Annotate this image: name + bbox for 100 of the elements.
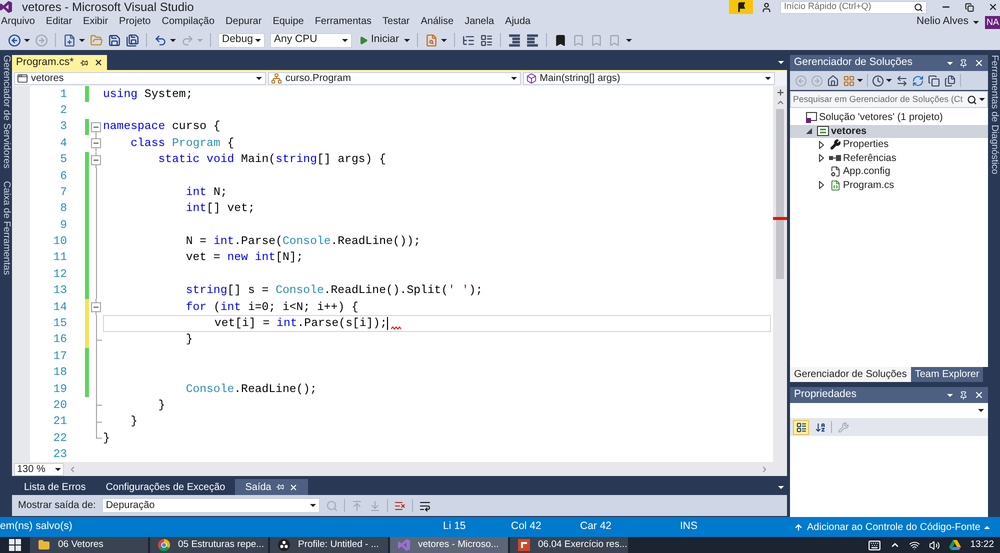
- search-icon[interactable]: [914, 2, 923, 12]
- output-tab[interactable]: Configurações de Exceção: [96, 479, 236, 495]
- taskbar-button[interactable]: vetores - Microso...: [390, 537, 508, 553]
- tree-item[interactable]: Properties: [843, 137, 889, 152]
- tree-item[interactable]: Referências: [843, 150, 896, 166]
- triangle-logo-icon[interactable]: [949, 540, 962, 550]
- menu-item[interactable]: Testar: [382, 15, 410, 29]
- save-icon[interactable]: [108, 34, 121, 46]
- panel-tab[interactable]: Gerenciador de Soluções: [790, 367, 911, 382]
- window-logo-icon[interactable]: [9, 539, 21, 551]
- output-source-select[interactable]: Depuração: [102, 498, 320, 513]
- word-wrap-icon[interactable]: [418, 500, 431, 512]
- caret-icon[interactable]: [764, 77, 771, 80]
- caret-icon[interactable]: [510, 77, 517, 80]
- panel-tab[interactable]: Team Explorer: [910, 367, 984, 382]
- caret-icon[interactable]: [24, 38, 30, 42]
- caret-icon[interactable]: [79, 38, 85, 42]
- overflow-caret-icon[interactable]: [626, 38, 632, 42]
- list-icon[interactable]: [480, 34, 494, 46]
- close-icon[interactable]: [988, 2, 998, 12]
- caret-icon[interactable]: [404, 38, 410, 42]
- source-control-button[interactable]: Adicionar ao Controle do Código-Fonte: [794, 520, 990, 534]
- flag-icon[interactable]: [729, 0, 753, 14]
- collapse-box-icon[interactable]: [91, 299, 101, 316]
- text-lines-icon[interactable]: [508, 34, 522, 46]
- configuration-select[interactable]: Debug: [218, 32, 265, 48]
- caret-icon[interactable]: [778, 61, 784, 64]
- pin-icon[interactable]: [959, 390, 968, 400]
- menu-item[interactable]: Equipe: [272, 15, 304, 29]
- caret-icon[interactable]: [947, 394, 953, 396]
- close-icon[interactable]: [289, 482, 298, 492]
- side-tab[interactable]: Caixa de Ferramentas: [0, 180, 12, 275]
- scroll-up-icon[interactable]: [776, 98, 784, 107]
- output-tab[interactable]: Saída: [235, 479, 308, 495]
- navigation-select[interactable]: curso.Program: [268, 72, 521, 85]
- menu-item[interactable]: Ajuda: [505, 15, 531, 29]
- refresh-icon[interactable]: [912, 74, 924, 86]
- caret-icon[interactable]: [973, 20, 980, 24]
- caret-icon[interactable]: [342, 38, 348, 42]
- bookmark-icon[interactable]: [554, 34, 568, 46]
- navigation-select[interactable]: Main(string[] args): [522, 72, 775, 85]
- menu-item[interactable]: Depurar: [226, 15, 262, 29]
- start-button[interactable]: Iniciar: [357, 32, 402, 48]
- collapse-box-icon[interactable]: [91, 135, 101, 152]
- caret-icon[interactable]: [978, 409, 984, 412]
- stacked-pages-icon[interactable]: [928, 74, 940, 86]
- caret-icon[interactable]: [256, 77, 262, 80]
- network-icon[interactable]: [909, 540, 920, 550]
- collapsed-arrow-icon[interactable]: [818, 181, 824, 190]
- caret-icon[interactable]: [947, 62, 953, 64]
- caret-icon[interactable]: [255, 38, 261, 42]
- taskbar-button[interactable]: 05 Estruturas repe...: [150, 537, 268, 553]
- editor-tab[interactable]: Program.cs*: [12, 55, 107, 70]
- collapsed-arrow-icon[interactable]: [818, 154, 824, 162]
- categorized-button[interactable]: [793, 420, 809, 434]
- account-initials-avatar[interactable]: NA: [985, 16, 1000, 28]
- chevron-up-icon[interactable]: [890, 540, 900, 550]
- collapse-box-icon[interactable]: [91, 152, 101, 168]
- menu-item[interactable]: Ferramentas: [314, 15, 372, 29]
- close-icon[interactable]: [94, 58, 103, 67]
- caret-icon[interactable]: [886, 79, 892, 82]
- tree-item[interactable]: App.config: [843, 164, 890, 180]
- home-icon[interactable]: [827, 74, 839, 86]
- output-tab[interactable]: Lista de Erros: [14, 479, 96, 495]
- menu-item[interactable]: Arquivo: [1, 15, 35, 29]
- clock-icon[interactable]: [872, 74, 884, 86]
- quick-launch-field[interactable]: Início Rápido (Ctrl+Q): [780, 0, 927, 14]
- tree-list-icon[interactable]: [462, 34, 476, 46]
- keyboard-icon[interactable]: [868, 538, 882, 552]
- navigation-select[interactable]: vetores: [14, 72, 266, 85]
- pin-icon[interactable]: [959, 58, 968, 68]
- menu-item[interactable]: Compilação: [162, 15, 215, 29]
- caret-icon[interactable]: [310, 504, 316, 507]
- person-icon[interactable]: [761, 2, 772, 12]
- menu-item[interactable]: Editar: [46, 15, 72, 29]
- new-file-icon[interactable]: [63, 34, 76, 46]
- menu-item[interactable]: Análise: [420, 15, 454, 29]
- tree-item[interactable]: vetores: [831, 124, 867, 139]
- collapsed-arrow-icon[interactable]: [818, 140, 824, 149]
- sync-arrows-icon[interactable]: [896, 74, 908, 86]
- caret-icon[interactable]: [441, 38, 448, 42]
- configuration-select[interactable]: Any CPU: [270, 32, 352, 48]
- search-field[interactable]: Pesquisar em Gerenciador de Soluções (Ct: [790, 91, 988, 108]
- menu-item[interactable]: Projeto: [119, 15, 151, 29]
- caret-icon[interactable]: [979, 98, 985, 101]
- files-icon[interactable]: [944, 74, 956, 86]
- taskbar-button[interactable]: 06.04 Exercício res...: [510, 537, 628, 553]
- caret-icon[interactable]: [778, 486, 784, 488]
- tree-item[interactable]: Solução 'vetores' (1 projeto): [819, 110, 943, 126]
- restore-icon[interactable]: [965, 2, 974, 12]
- save-all-icon[interactable]: [126, 34, 139, 46]
- menu-item[interactable]: Janela: [464, 15, 494, 29]
- zoom-select[interactable]: 130 %: [14, 462, 64, 476]
- search-icon[interactable]: [967, 94, 977, 104]
- tree-item[interactable]: Program.cs: [843, 178, 894, 193]
- text-lines-icon[interactable]: [526, 34, 540, 46]
- caret-icon[interactable]: [55, 468, 61, 470]
- caret-icon[interactable]: [170, 38, 176, 42]
- taskbar-button[interactable]: Profile: Untitled - ...: [270, 537, 388, 553]
- taskbar-button[interactable]: 06 Vetores: [30, 537, 148, 553]
